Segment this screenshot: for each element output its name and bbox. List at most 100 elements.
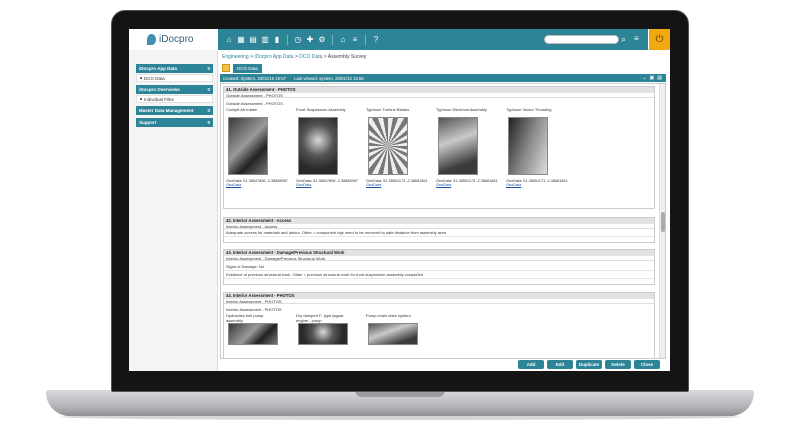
photo-card: Pump chain drive system bbox=[366, 313, 436, 345]
breadcrumb-current: Assembly Survey bbox=[327, 54, 367, 60]
tab-row: DCO Data bbox=[218, 63, 670, 73]
section-subtitle: Interior Assessment - Damage/Previous St… bbox=[224, 256, 654, 261]
sidebar-section-label: iDocpro App Data bbox=[139, 66, 177, 71]
collapse-icon[interactable]: ⌄ bbox=[642, 75, 646, 81]
menu-icon[interactable]: ≡ bbox=[634, 34, 644, 44]
clock-icon[interactable]: ◷ bbox=[293, 35, 303, 45]
sidebar-section-overviews[interactable]: iDocpro Overviews 0 bbox=[136, 85, 213, 94]
photo-caption: Typhoon Turbine Blades bbox=[366, 107, 410, 112]
chart-icon[interactable]: ▥ bbox=[260, 35, 270, 45]
add-button[interactable]: Add bbox=[518, 360, 544, 369]
document-icon[interactable]: ▤ bbox=[248, 35, 258, 45]
photo-thumbnail[interactable] bbox=[368, 117, 408, 175]
photo-caption: Dry damped F- type jaguar engine - pump bbox=[296, 313, 344, 323]
section-answer: Evidence of previous structural work. Ot… bbox=[224, 271, 654, 279]
print-icon[interactable]: ▣ bbox=[650, 75, 655, 81]
inbox-icon[interactable]: ⌂ bbox=[338, 35, 348, 45]
last-viewed-info: Last viewed: system, 20/01/16 15:56 bbox=[294, 75, 364, 81]
photo-card: Typhoon Electrical Assembly GeoData: 51.… bbox=[436, 107, 506, 187]
photo-card: Dry damped F- type jaguar engine - pump bbox=[296, 313, 366, 345]
section-answer: Signs of Damage: No bbox=[224, 263, 654, 271]
close-button[interactable]: Close bbox=[634, 360, 660, 369]
edit-button[interactable]: Edit bbox=[547, 360, 573, 369]
help-icon[interactable]: ? bbox=[371, 35, 381, 45]
geo-data-link[interactable]: GeoData bbox=[366, 183, 436, 187]
section-interior-photos: 44. Interior Assessment - PHOTOS Interio… bbox=[223, 292, 655, 358]
search-icon[interactable]: ⌕ bbox=[621, 34, 631, 44]
photo-caption: Front Suspension Assembly bbox=[296, 107, 346, 112]
section-interior-access: 42. Interior Assessment - Access Interio… bbox=[223, 217, 655, 243]
photo-thumbnail[interactable] bbox=[438, 117, 478, 175]
breadcrumb: Engineering > iDocpro App Data > DCO Dat… bbox=[222, 54, 366, 60]
photo-card: Front Suspension Assembly GeoData: 51.38… bbox=[296, 107, 366, 187]
scrollbar[interactable] bbox=[659, 84, 665, 358]
breadcrumb-app-data[interactable]: iDocpro App Data bbox=[254, 54, 293, 60]
photo-thumbnail[interactable] bbox=[298, 323, 348, 345]
sidebar-item-dco-data[interactable]: DCO Data bbox=[136, 74, 213, 82]
photo-thumbnail[interactable] bbox=[298, 117, 338, 175]
breadcrumb-dco-data[interactable]: DCO Data bbox=[299, 54, 322, 60]
photo-thumbnail[interactable] bbox=[508, 117, 548, 175]
geo-data-link[interactable]: GeoData bbox=[436, 183, 506, 187]
search-input[interactable] bbox=[544, 35, 619, 44]
sidebar-section-label: Master Data Management bbox=[139, 108, 194, 113]
logo-icon bbox=[147, 34, 156, 45]
nav-divider bbox=[287, 34, 288, 45]
document-info-bar: Created: System, 20/01/16 15:57 Last vie… bbox=[220, 74, 666, 82]
top-bar: iDocpro ⌂ ▦ ▤ ▥ ▮ ◷ ✚ ⚙ ⌂ ≡ ? ⌕ ≡ ⏻ bbox=[129, 29, 670, 50]
trash-icon[interactable]: ▮ bbox=[272, 35, 282, 45]
sidebar-section-label: Support bbox=[139, 120, 157, 125]
photo-thumbnail[interactable] bbox=[228, 323, 278, 345]
photo-caption: Typhoon Vector Thrusting bbox=[506, 107, 552, 112]
sidebar-section-badge: 0 bbox=[207, 120, 210, 125]
sidebar-section-badge: 0 bbox=[207, 108, 210, 113]
photo-thumbnail[interactable] bbox=[368, 323, 418, 345]
photo-card: Typhoon Turbine Blades GeoData: 51.38551… bbox=[366, 107, 436, 187]
geo-data-link[interactable]: GeoData bbox=[296, 183, 366, 187]
delete-button[interactable]: Delete bbox=[605, 360, 631, 369]
sidebar-item-label: DCO Data bbox=[144, 75, 165, 81]
sidebar-section-label: iDocpro Overviews bbox=[139, 87, 180, 92]
app-logo[interactable]: iDocpro bbox=[129, 29, 218, 50]
logo-text: iDocpro bbox=[159, 34, 194, 45]
photo-caption: Hydraulics fuel pump assembly bbox=[226, 313, 264, 323]
bullet-icon bbox=[140, 77, 142, 79]
breadcrumb-root[interactable]: Engineering bbox=[222, 54, 249, 60]
sidebar-section-master-data[interactable]: Master Data Management 0 bbox=[136, 106, 213, 115]
scrollbar-thumb[interactable] bbox=[661, 212, 665, 232]
tools-icon[interactable]: ✚ bbox=[305, 35, 315, 45]
sidebar-item-individual-files[interactable]: Individual Files bbox=[136, 95, 213, 103]
photo-caption: Typhoon Electrical Assembly bbox=[436, 107, 487, 112]
photo-caption: Pump chain drive system bbox=[366, 313, 411, 318]
power-icon: ⏻ bbox=[655, 34, 664, 45]
survey-content: 41. Outside Assessment - PHOTOS Outside … bbox=[220, 83, 666, 359]
nav-divider bbox=[365, 34, 366, 45]
power-button[interactable]: ⏻ bbox=[649, 29, 670, 50]
geo-data-link[interactable]: GeoData bbox=[506, 183, 576, 187]
sidebar-section-badge: 0 bbox=[207, 66, 210, 71]
geo-data-link[interactable]: GeoData bbox=[226, 183, 296, 187]
photo-thumbnail[interactable] bbox=[228, 117, 268, 175]
nav-divider bbox=[332, 34, 333, 45]
section-subtitle: Interior Assessment - PHOTOS bbox=[224, 299, 654, 304]
sidebar: iDocpro App Data 0 DCO Data iDocpro Overv… bbox=[129, 50, 218, 371]
sidebar-section-app-data[interactable]: iDocpro App Data 0 bbox=[136, 64, 213, 73]
section-subtitle: Outside Assessment - PHOTOS bbox=[224, 93, 654, 98]
action-bar: Add Edit Duplicate Delete Close bbox=[218, 359, 670, 371]
duplicate-button[interactable]: Duplicate bbox=[576, 360, 602, 369]
sidebar-item-label: Individual Files bbox=[144, 96, 174, 102]
settings-icon[interactable]: ⚙ bbox=[317, 35, 327, 45]
tab-dco-data[interactable]: DCO Data bbox=[233, 64, 262, 73]
home-icon[interactable]: ⌂ bbox=[224, 35, 234, 45]
main-panel: Engineering > iDocpro App Data > DCO Dat… bbox=[218, 50, 670, 371]
app-screen: iDocpro ⌂ ▦ ▤ ▥ ▮ ◷ ✚ ⚙ ⌂ ≡ ? ⌕ ≡ ⏻ iDoc… bbox=[129, 29, 670, 371]
list-icon[interactable]: ≡ bbox=[350, 35, 360, 45]
photo-row: Cockpit Air Intake GeoData: 51.38547896 … bbox=[224, 106, 654, 189]
bullet-icon bbox=[140, 98, 142, 100]
calendar-icon[interactable]: ▦ bbox=[236, 35, 246, 45]
export-icon[interactable]: ▤ bbox=[657, 75, 662, 81]
photo-card: Hydraulics fuel pump assembly bbox=[226, 313, 296, 345]
home-tab-icon[interactable] bbox=[222, 64, 230, 72]
section-interior-damage: 43. Interior Assessment - Damage/Previou… bbox=[223, 249, 655, 285]
sidebar-section-support[interactable]: Support 0 bbox=[136, 118, 213, 127]
